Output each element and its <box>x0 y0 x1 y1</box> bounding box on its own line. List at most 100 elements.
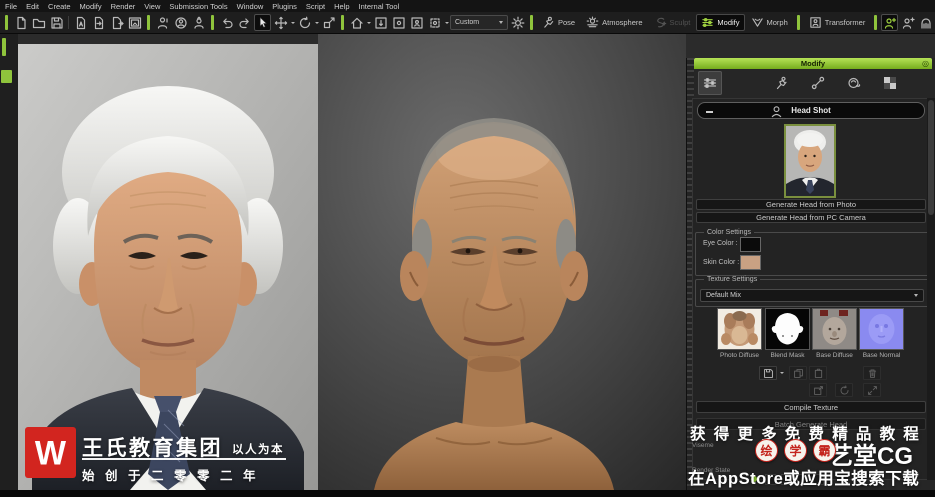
import-button[interactable] <box>72 14 89 31</box>
tab-material[interactable] <box>842 71 866 95</box>
menu-create[interactable]: Create <box>48 2 71 11</box>
sculpt-label: Sculpt <box>669 18 691 27</box>
watermark-divider-line <box>82 458 286 460</box>
watermark-badge-1: 绘 <box>755 439 778 462</box>
pack-project-button[interactable] <box>126 14 143 31</box>
edit-texture-button <box>809 383 827 397</box>
save-icon <box>50 16 63 29</box>
frame-all-button[interactable] <box>372 14 389 31</box>
menu-submission-tools[interactable]: Submission Tools <box>169 2 227 11</box>
left-dock-tool-button[interactable] <box>1 70 12 83</box>
move-tool-button[interactable] <box>272 14 289 31</box>
skin-color-swatch[interactable] <box>740 255 761 270</box>
menu-edit[interactable]: Edit <box>26 2 39 11</box>
menu-modify[interactable]: Modify <box>80 2 102 11</box>
tab-attribute[interactable] <box>698 71 722 95</box>
menu-window[interactable]: Window <box>237 2 264 11</box>
morph-button[interactable]: Morph <box>746 14 793 31</box>
home-view-caret[interactable] <box>367 21 371 24</box>
menu-internal-tool[interactable]: Internal Tool <box>359 2 400 11</box>
camera-orbit-caret[interactable] <box>445 21 449 24</box>
create-character-button[interactable] <box>881 14 899 31</box>
viewport-3d[interactable] <box>318 34 686 490</box>
import-document-icon <box>76 16 85 29</box>
character-tool-button-3[interactable] <box>190 14 207 31</box>
generate-head-from-pc-camera-button[interactable]: Generate Head from PC Camera <box>696 212 926 223</box>
select-tool-button[interactable] <box>254 14 271 31</box>
frame-face-button[interactable] <box>408 14 425 31</box>
toolbar-accent-divider <box>874 15 878 30</box>
character-tool-button-1[interactable] <box>154 14 171 31</box>
compile-texture-button[interactable]: Compile Texture <box>696 401 926 413</box>
headshot-section-header[interactable]: Head Shot <box>697 102 925 119</box>
save-project-button[interactable] <box>48 14 65 31</box>
hair-tool-button[interactable] <box>917 14 934 31</box>
light-settings-button[interactable] <box>509 14 526 31</box>
rotate-tool-button[interactable] <box>296 14 313 31</box>
open-project-button[interactable] <box>30 14 47 31</box>
blend-mask-thumbnail[interactable] <box>765 308 810 350</box>
copy-icon <box>793 368 803 378</box>
collapse-minus-icon[interactable] <box>706 111 713 113</box>
camera-preset-dropdown[interactable]: Custom <box>450 15 508 30</box>
pack-project-icon <box>128 16 141 29</box>
watermark-badge-2: 学 <box>784 439 807 462</box>
morph-icon <box>751 18 763 27</box>
export-file-button[interactable] <box>108 14 125 31</box>
texture-mode-select[interactable]: Default Mix <box>700 289 924 302</box>
import-file-button[interactable] <box>90 14 107 31</box>
character-tool-button-2[interactable] <box>172 14 189 31</box>
headshot-source-photo[interactable] <box>784 124 836 198</box>
head-bust-icon <box>771 106 782 118</box>
menu-help[interactable]: Help <box>334 2 349 11</box>
photo-diffuse-thumbnail[interactable] <box>717 308 762 350</box>
save-options-caret[interactable] <box>780 372 784 374</box>
menu-file[interactable]: File <box>5 2 17 11</box>
camera-orbit-button[interactable] <box>426 14 443 31</box>
atmosphere-icon <box>586 16 599 28</box>
texture-mode-value: Default Mix <box>706 292 742 299</box>
base-diffuse-thumbnail[interactable] <box>812 308 857 350</box>
modify-panel-header: Modify ◎ <box>694 58 932 69</box>
modify-button[interactable]: Modify <box>696 14 745 31</box>
menu-plugins[interactable]: Plugins <box>272 2 297 11</box>
modify-sliders-icon <box>702 17 714 28</box>
tab-texture[interactable] <box>878 71 902 95</box>
character-plus-icon <box>884 17 896 29</box>
frame-selected-button[interactable] <box>390 14 407 31</box>
eye-color-swatch[interactable] <box>740 237 761 252</box>
base-diffuse-label: Base Diffuse <box>816 352 853 359</box>
atmosphere-button[interactable]: Atmosphere <box>581 14 647 31</box>
panel-pin-icon[interactable]: ◎ <box>922 58 929 69</box>
panel-scrollbar[interactable] <box>927 98 935 480</box>
generated-head-model <box>318 34 686 490</box>
move-tool-caret[interactable] <box>291 21 295 24</box>
bottom-bar <box>0 490 935 497</box>
headshot-source-photo-image <box>786 126 834 196</box>
menu-view[interactable]: View <box>144 2 160 11</box>
add-character-button[interactable] <box>899 14 916 31</box>
scale-tool-button[interactable] <box>320 14 337 31</box>
menu-bar: File Edit Create Modify Render View Subm… <box>0 0 935 12</box>
save-texture-button[interactable] <box>759 366 777 380</box>
photo-diffuse-image <box>718 309 761 349</box>
pose-button[interactable]: Pose <box>537 14 580 31</box>
tab-animation[interactable] <box>770 71 794 95</box>
home-view-button[interactable] <box>348 14 365 31</box>
undo-button[interactable] <box>218 14 235 31</box>
save-icon <box>763 368 773 378</box>
toolbar-accent-divider <box>796 15 800 30</box>
panel-scrollbar-thumb[interactable] <box>928 100 934 215</box>
transformer-button[interactable]: Transformer <box>804 14 871 31</box>
frame-selected-icon <box>392 16 405 29</box>
redo-button[interactable] <box>236 14 253 31</box>
menu-render[interactable]: Render <box>111 2 136 11</box>
rotate-tool-caret[interactable] <box>315 21 319 24</box>
generate-head-from-photo-button[interactable]: Generate Head from Photo <box>696 199 926 210</box>
menu-script[interactable]: Script <box>306 2 325 11</box>
new-project-button[interactable] <box>12 14 29 31</box>
base-normal-label: Base Normal <box>862 352 901 359</box>
modify-panel: Modify ◎ Head Shot Generate Head from Ph… <box>686 58 935 490</box>
base-normal-thumbnail[interactable] <box>859 308 904 350</box>
tab-physics[interactable] <box>806 71 830 95</box>
